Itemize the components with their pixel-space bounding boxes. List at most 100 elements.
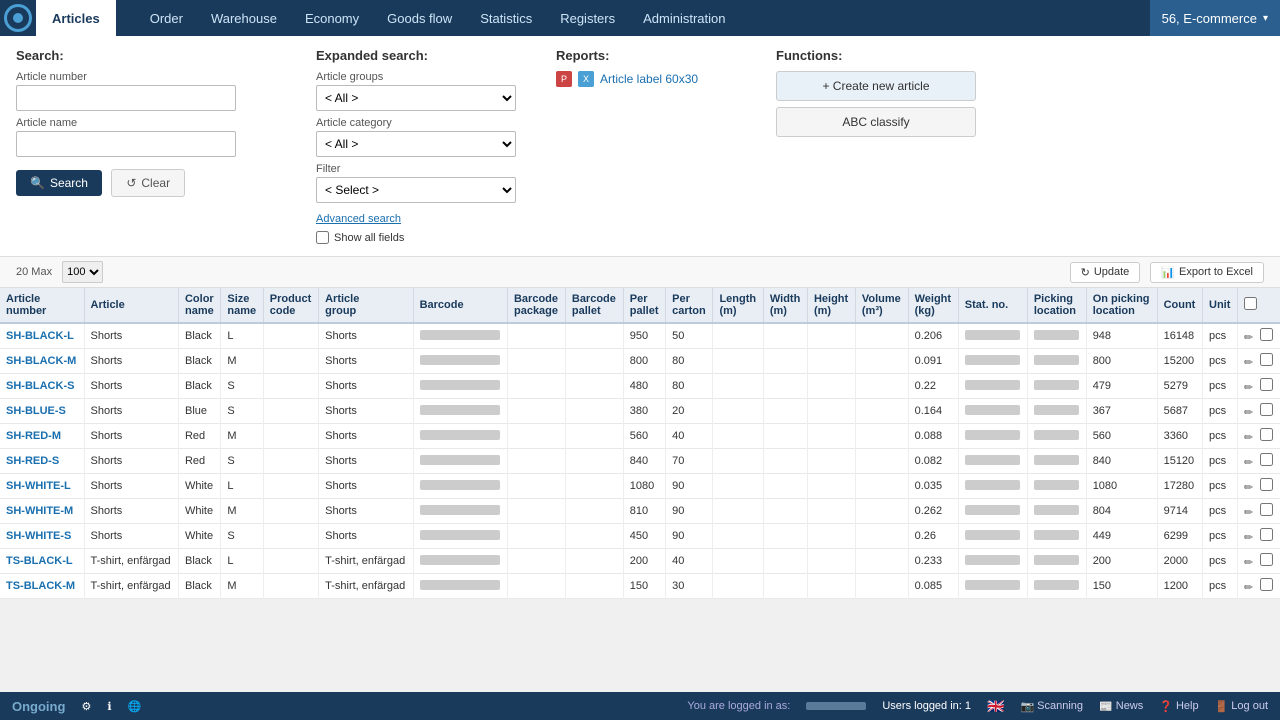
nav-administration[interactable]: Administration (629, 0, 739, 36)
nav-statistics[interactable]: Statistics (466, 0, 546, 36)
cell-edit[interactable]: ✏ (1237, 399, 1280, 424)
row-checkbox[interactable] (1260, 328, 1273, 341)
edit-icon[interactable]: ✏ (1244, 382, 1253, 394)
cell-barcode (413, 449, 507, 474)
cell-per-pallet: 560 (623, 424, 665, 449)
cell-size: M (221, 349, 263, 374)
max-label: 20 Max (16, 266, 52, 278)
globe-icon[interactable]: 🌐 (128, 700, 142, 713)
cell-art-group: Shorts (319, 449, 413, 474)
cell-barcode (413, 424, 507, 449)
cell-height (807, 549, 855, 574)
cell-color: White (178, 524, 220, 549)
cell-edit[interactable]: ✏ (1237, 524, 1280, 549)
cell-edit[interactable]: ✏ (1237, 449, 1280, 474)
nav-goods-flow[interactable]: Goods flow (373, 0, 466, 36)
nav-economy[interactable]: Economy (291, 0, 373, 36)
cell-edit[interactable]: ✏ (1237, 549, 1280, 574)
cell-unit: pcs (1203, 449, 1238, 474)
cell-weight: 0.035 (908, 474, 958, 499)
article-name-input[interactable] (16, 131, 236, 157)
cell-weight: 0.164 (908, 399, 958, 424)
select-all-checkbox[interactable] (1244, 297, 1257, 310)
clear-button[interactable]: ↺ Clear (111, 169, 185, 197)
help-link[interactable]: ❓ Help (1159, 700, 1198, 713)
cell-barcode-pkg (507, 499, 565, 524)
filter-select[interactable]: < Select > (316, 177, 516, 203)
edit-icon[interactable]: ✏ (1244, 532, 1253, 544)
brand-name: Ongoing (12, 699, 65, 714)
row-checkbox[interactable] (1260, 353, 1273, 366)
nav-order[interactable]: Order (136, 0, 197, 36)
cell-per-pallet: 1080 (623, 474, 665, 499)
show-all-fields-checkbox[interactable] (316, 231, 329, 244)
edit-icon[interactable]: ✏ (1244, 557, 1253, 569)
cell-color: White (178, 474, 220, 499)
cell-per-carton: 20 (666, 399, 713, 424)
row-checkbox[interactable] (1260, 503, 1273, 516)
scanning-link[interactable]: 📷 Scanning (1020, 700, 1083, 713)
info-icon[interactable]: ℹ (107, 700, 111, 713)
top-navigation: Articles Order Warehouse Economy Goods f… (0, 0, 1280, 36)
pdf-icon: P (556, 71, 572, 87)
tab-articles[interactable]: Articles (36, 0, 116, 36)
update-button[interactable]: ↻ Update (1070, 262, 1141, 283)
cell-stat-no (958, 474, 1027, 499)
article-number-input[interactable] (16, 85, 236, 111)
cell-count: 3360 (1157, 424, 1202, 449)
advanced-search-link[interactable]: Advanced search (316, 213, 536, 225)
nav-registers[interactable]: Registers (546, 0, 629, 36)
nav-warehouse[interactable]: Warehouse (197, 0, 291, 36)
cell-barcode-pkg (507, 574, 565, 599)
col-article: Article (84, 288, 178, 323)
cell-edit[interactable]: ✏ (1237, 499, 1280, 524)
cell-barcode-pkg (507, 524, 565, 549)
cell-stat-no (958, 574, 1027, 599)
report-item[interactable]: P X Article label 60x30 (556, 71, 756, 87)
logo[interactable] (0, 0, 36, 36)
row-checkbox[interactable] (1260, 578, 1273, 591)
reports-title: Reports: (556, 48, 756, 63)
row-checkbox[interactable] (1260, 403, 1273, 416)
col-length: Length(m) (713, 288, 763, 323)
row-checkbox[interactable] (1260, 528, 1273, 541)
logout-link[interactable]: 🚪 Log out (1215, 700, 1268, 713)
search-button[interactable]: 🔍 Search (16, 170, 102, 196)
row-checkbox[interactable] (1260, 478, 1273, 491)
edit-icon[interactable]: ✏ (1244, 432, 1253, 444)
edit-icon[interactable]: ✏ (1244, 507, 1253, 519)
article-category-select[interactable]: < All > (316, 131, 516, 157)
cell-edit[interactable]: ✏ (1237, 374, 1280, 399)
cell-height (807, 499, 855, 524)
news-link[interactable]: 📰 News (1099, 700, 1143, 713)
export-excel-button[interactable]: 📊 Export to Excel (1150, 262, 1264, 283)
edit-icon[interactable]: ✏ (1244, 332, 1253, 344)
row-checkbox[interactable] (1260, 378, 1273, 391)
article-groups-select[interactable]: < All > (316, 85, 516, 111)
edit-icon[interactable]: ✏ (1244, 357, 1253, 369)
cell-edit[interactable]: ✏ (1237, 349, 1280, 374)
gear-icon[interactable]: ⚙ (81, 700, 91, 713)
row-checkbox[interactable] (1260, 553, 1273, 566)
edit-icon[interactable]: ✏ (1244, 407, 1253, 419)
cell-edit[interactable]: ✏ (1237, 323, 1280, 349)
abc-classify-button[interactable]: ABC classify (776, 107, 976, 137)
cell-length (713, 499, 763, 524)
col-art-no: Articlenumber (0, 288, 84, 323)
edit-icon[interactable]: ✏ (1244, 582, 1253, 594)
cell-volume (855, 524, 908, 549)
cell-art-group: Shorts (319, 524, 413, 549)
cell-pick-loc (1027, 449, 1086, 474)
max-select[interactable]: 100 (62, 261, 103, 283)
row-checkbox[interactable] (1260, 453, 1273, 466)
edit-icon[interactable]: ✏ (1244, 482, 1253, 494)
row-checkbox[interactable] (1260, 428, 1273, 441)
cell-edit[interactable]: ✏ (1237, 424, 1280, 449)
user-badge[interactable]: 56, E-commerce ▾ (1150, 0, 1280, 36)
create-article-button[interactable]: + Create new article (776, 71, 976, 101)
cell-edit[interactable]: ✏ (1237, 474, 1280, 499)
cell-edit[interactable]: ✏ (1237, 574, 1280, 599)
article-table: Articlenumber Article Colorname Sizename… (0, 288, 1280, 599)
edit-icon[interactable]: ✏ (1244, 457, 1253, 469)
cell-color: Black (178, 349, 220, 374)
